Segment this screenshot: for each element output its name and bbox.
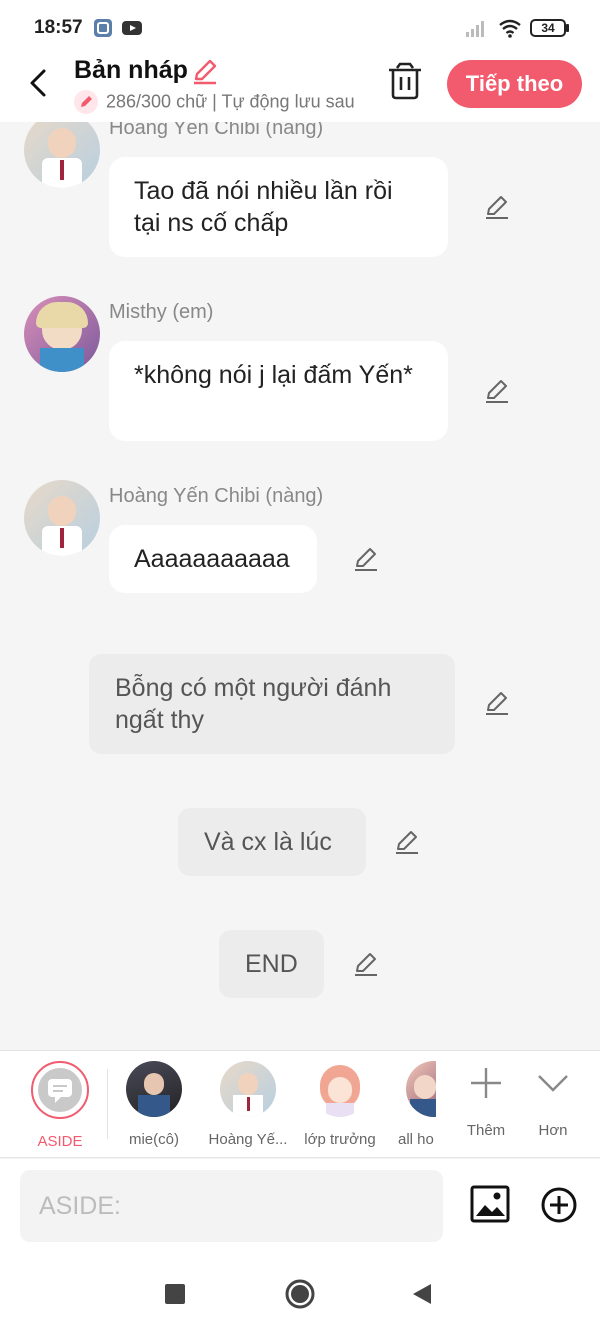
header: Bản nháp 286/300 chữ | Tự động lưu sau T…	[0, 56, 600, 122]
character-mie[interactable]: mie(cô)	[109, 1061, 199, 1148]
sender-name: Hoàng Yến Chibi (nàng)	[109, 122, 324, 139]
edit-icon[interactable]	[352, 545, 380, 573]
wifi-icon	[499, 19, 521, 38]
edit-icon[interactable]	[352, 950, 380, 978]
avatar-hoang-yen[interactable]	[24, 122, 100, 188]
avatar-misthy[interactable]	[24, 296, 100, 372]
recents-button[interactable]	[165, 1284, 185, 1304]
character-aside[interactable]: ASIDE	[15, 1061, 105, 1150]
gallery-icon	[94, 19, 112, 37]
message-text: *không nói j lại đấm Yến*	[134, 361, 413, 389]
edit-icon[interactable]	[393, 828, 421, 856]
add-circle-icon[interactable]	[540, 1186, 578, 1224]
youtube-icon	[122, 21, 142, 35]
chat-area: Hoàng Yến Chibi (nàng) Tao đã nói nhiều …	[0, 122, 600, 1050]
signal-icon	[466, 21, 484, 37]
message-text: Tao đã nói nhiều lần rồi tại ns cố chấp	[134, 177, 393, 237]
speech-bubble-icon	[48, 1079, 72, 1103]
pen-icon	[74, 90, 98, 114]
character-name: Hoàng Yế...	[208, 1131, 288, 1148]
more-label: Hơn	[538, 1122, 568, 1139]
narration-text: Bỗng có một người đánh ngất thy	[115, 674, 392, 734]
avatar	[312, 1061, 368, 1117]
character-name: ASIDE	[37, 1133, 83, 1150]
status-time: 18:57	[34, 17, 83, 38]
edit-icon[interactable]	[483, 689, 511, 717]
avatar-hoang-yen[interactable]	[24, 480, 100, 556]
narration-bubble[interactable]: Và cx là lúc	[178, 808, 366, 876]
sender-name: Misthy (em)	[109, 301, 214, 323]
edit-icon[interactable]	[483, 377, 511, 405]
battery-icon: 34	[530, 19, 566, 37]
character-all[interactable]: all ho	[388, 1061, 436, 1148]
narration-text: Và cx là lúc	[204, 828, 332, 856]
add-label: Thêm	[466, 1122, 506, 1139]
add-character-button[interactable]: Thêm	[456, 1065, 516, 1139]
character-bar: ASIDE mie(cô) Hoàng Yế... lớp trưởng all…	[0, 1050, 600, 1158]
title-edit-icon[interactable]	[190, 56, 220, 86]
character-name: mie(cô)	[128, 1131, 179, 1148]
message-bubble[interactable]: Tao đã nói nhiều lần rồi tại ns cố chấp	[109, 157, 448, 257]
home-button[interactable]	[284, 1278, 316, 1310]
narration-text: END	[245, 950, 298, 978]
edit-icon[interactable]	[483, 193, 511, 221]
narration-bubble[interactable]: END	[219, 930, 324, 998]
avatar	[126, 1061, 182, 1117]
more-button[interactable]: Hơn	[523, 1065, 583, 1139]
next-button[interactable]: Tiếp theo	[447, 60, 582, 108]
character-name: lớp trưởng	[304, 1131, 376, 1148]
message-input[interactable]	[20, 1170, 443, 1242]
avatar	[220, 1061, 276, 1117]
back-button[interactable]	[410, 1282, 434, 1306]
character-name: all ho	[398, 1131, 434, 1148]
message-text: Aaaaaaaaaaa	[134, 545, 290, 573]
narration-bubble[interactable]: Bỗng có một người đánh ngất thy	[89, 654, 455, 754]
aside-avatar	[31, 1061, 89, 1119]
page-title: Bản nháp	[74, 56, 188, 84]
message-bubble[interactable]: *không nói j lại đấm Yến*	[109, 341, 448, 441]
avatar	[406, 1061, 436, 1117]
battery-level: 34	[541, 21, 555, 35]
message-bubble[interactable]: Aaaaaaaaaaa	[109, 525, 317, 593]
back-icon[interactable]	[22, 66, 56, 100]
chevron-down-icon	[538, 1075, 568, 1092]
character-hoang-yen[interactable]: Hoàng Yế...	[203, 1061, 293, 1148]
word-count-text: 286/300 chữ | Tự động lưu sau	[106, 91, 355, 112]
character-lop-truong[interactable]: lớp trưởng	[295, 1061, 385, 1148]
image-icon[interactable]	[470, 1185, 510, 1223]
word-count-line: 286/300 chữ | Tự động lưu sau	[74, 90, 364, 116]
navigation-bar	[0, 1253, 600, 1333]
trash-icon[interactable]	[387, 62, 423, 100]
plus-icon	[471, 1068, 501, 1098]
battery-tip	[566, 24, 569, 32]
status-bar: 18:57 34	[0, 0, 600, 56]
sender-name: Hoàng Yến Chibi (nàng)	[109, 485, 324, 507]
divider	[107, 1069, 108, 1139]
input-area	[0, 1159, 600, 1253]
